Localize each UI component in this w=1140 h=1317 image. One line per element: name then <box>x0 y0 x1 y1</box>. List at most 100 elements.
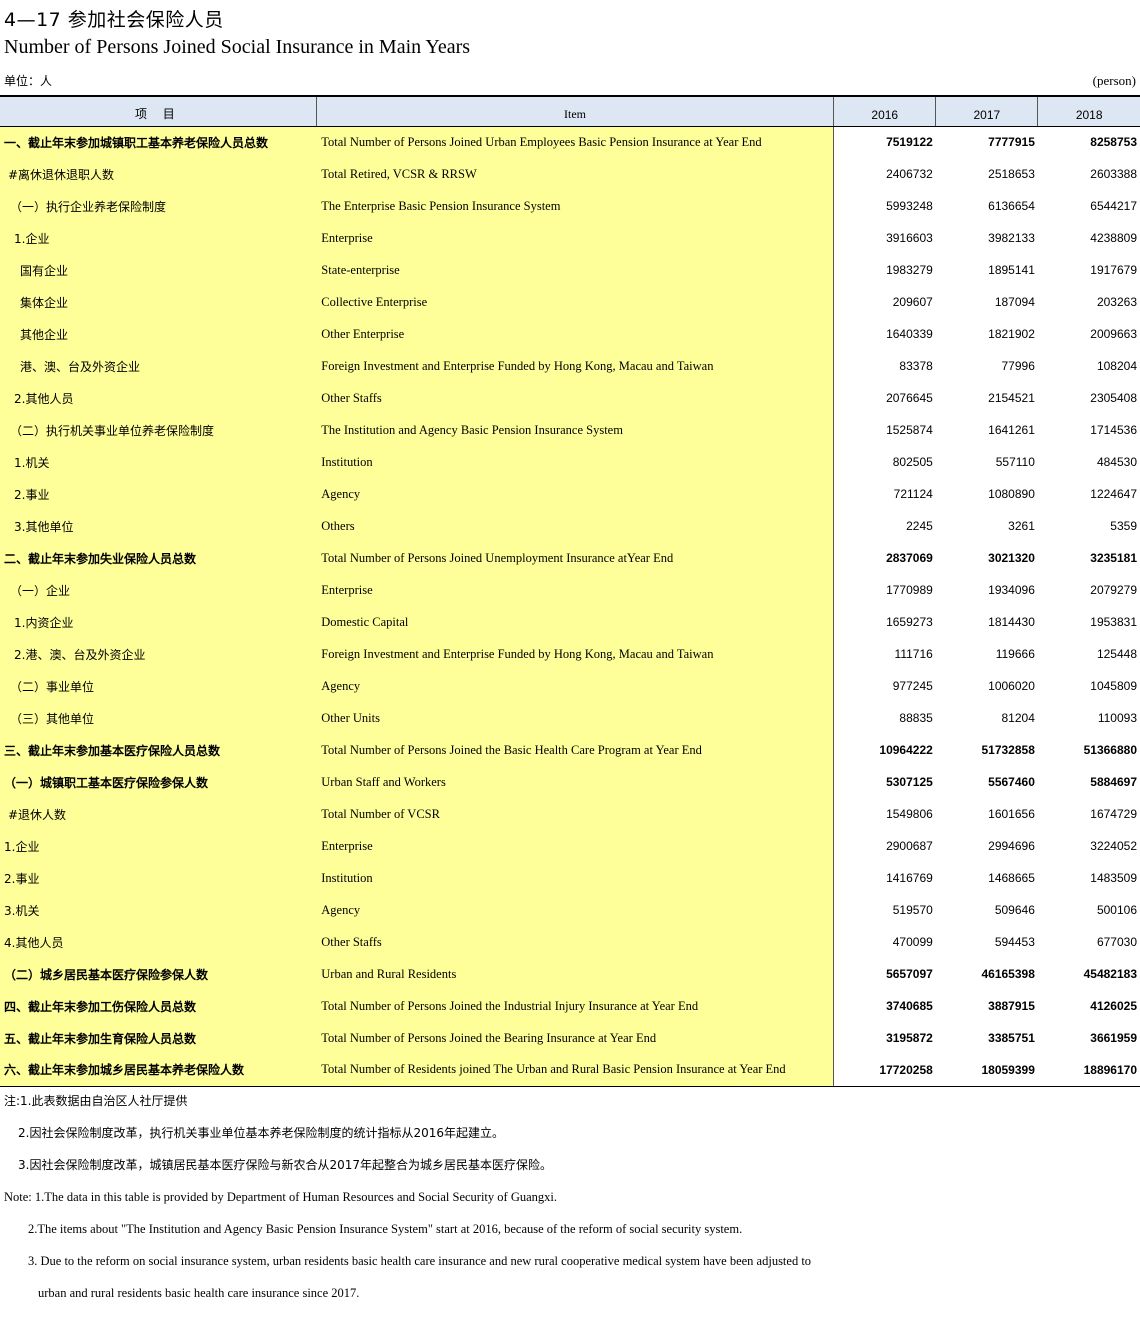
value-cell-2017: 2154521 <box>988 391 1035 405</box>
row-label-english: Total Number of Persons Joined the Beari… <box>316 1022 835 1054</box>
value-cell-2017: 1821902 <box>988 327 1035 341</box>
row-label-english: Total Number of Persons Joined the Indus… <box>316 990 835 1022</box>
value-cell-2016: 2406732 <box>886 167 933 181</box>
statistics-table-container: 项 目 Item 2016 2017 2018 一、截止年末参加城镇职工基本养老… <box>0 95 1140 1087</box>
table-row: （三）其他单位 Other Units 88835 81204 110093 <box>0 702 1140 734</box>
value-cell-2016: 1549806 <box>886 807 933 821</box>
row-label-chinese: #离休退休退职人数 <box>0 158 317 190</box>
value-cell-2018: 5884697 <box>1090 775 1137 789</box>
value-cell-2016: 1525874 <box>886 423 933 437</box>
table-row: 六、截止年末参加城乡居民基本养老保险人数 Total Number of Resi… <box>0 1054 1140 1087</box>
table-row: 4.其他人员 Other Staffs 470099 594453 677030 <box>0 926 1140 958</box>
row-label-chinese: 2.其他人员 <box>0 382 317 414</box>
header-year-2018: 2018 <box>1037 95 1140 127</box>
unit-label-english: (person) <box>1092 73 1136 88</box>
value-cell-2017: 1934096 <box>988 583 1035 597</box>
value-cell-2017: 1895141 <box>988 263 1035 277</box>
value-cell-2016: 5657097 <box>886 967 933 981</box>
table-row: 1.企业 Enterprise 2900687 2994696 3224052 <box>0 830 1140 862</box>
value-cell-2017: 2994696 <box>988 839 1035 853</box>
value-cell-2016: 7519122 <box>886 135 933 150</box>
row-label-chinese: 港、澳、台及外资企业 <box>0 350 317 382</box>
value-cell-2016: 3916603 <box>886 231 933 245</box>
row-label-english: Total Number of Persons Joined Urban Emp… <box>316 126 835 158</box>
value-cell-2016: 470099 <box>892 935 933 949</box>
row-label-chinese: 三、截止年末参加基本医疗保险人员总数 <box>0 734 317 766</box>
row-label-chinese: 集体企业 <box>0 286 317 318</box>
row-label-chinese: （一）企业 <box>0 574 317 606</box>
value-cell-2016: 1770989 <box>886 583 933 597</box>
note-line: urban and rural residents basic health c… <box>38 1286 360 1300</box>
row-label-chinese: 五、截止年末参加生育保险人员总数 <box>0 1022 317 1054</box>
value-cell-2018: 677030 <box>1096 935 1137 949</box>
row-label-chinese: 4.其他人员 <box>0 926 317 958</box>
table-row: 3.机关 Agency 519570 509646 500106 <box>0 894 1140 926</box>
row-label-english: Urban Staff and Workers <box>316 766 835 798</box>
value-cell-2018: 2305408 <box>1090 391 1137 405</box>
value-cell-2016: 3195872 <box>886 1031 933 1045</box>
value-cell-2017: 1641261 <box>988 423 1035 437</box>
value-cell-2016: 1659273 <box>886 615 933 629</box>
note-line: 2.The items about "The Institution and A… <box>28 1222 743 1236</box>
row-label-english: The Enterprise Basic Pension Insurance S… <box>316 190 835 222</box>
row-label-chinese: 1.机关 <box>0 446 317 478</box>
row-label-chinese: （三）其他单位 <box>0 702 317 734</box>
row-label-chinese: （一）城镇职工基本医疗保险参保人数 <box>0 766 317 798</box>
row-label-chinese: 2.港、澳、台及外资企业 <box>0 638 317 670</box>
value-cell-2016: 2076645 <box>886 391 933 405</box>
value-cell-2017: 509646 <box>994 903 1035 917</box>
note-line: Note: 1.The data in this table is provid… <box>4 1190 557 1204</box>
table-row: （一）企业 Enterprise 1770989 1934096 2079279 <box>0 574 1140 606</box>
value-cell-2017: 187094 <box>994 295 1035 309</box>
value-cell-2018: 51366880 <box>1083 743 1137 757</box>
value-cell-2018: 203263 <box>1096 295 1137 309</box>
row-label-english: Total Number of VCSR <box>316 798 835 830</box>
value-cell-2016: 209607 <box>892 295 933 309</box>
row-label-chinese: 四、截止年末参加工伤保险人员总数 <box>0 990 317 1022</box>
row-label-english: Foreign Investment and Enterprise Funded… <box>316 350 835 382</box>
value-cell-2018: 2009663 <box>1090 327 1137 341</box>
row-label-chinese: 其他企业 <box>0 318 317 350</box>
value-cell-2018: 108204 <box>1096 359 1137 373</box>
row-label-english: Agency <box>316 478 835 510</box>
value-cell-2018: 1714536 <box>1090 423 1137 437</box>
value-cell-2018: 5359 <box>1110 519 1137 533</box>
row-label-chinese: （二）城乡居民基本医疗保险参保人数 <box>0 958 317 990</box>
table-row: 2.事业 Agency 721124 1080890 1224647 <box>0 478 1140 510</box>
value-cell-2017: 3982133 <box>988 231 1035 245</box>
table-header-row: 项 目 Item 2016 2017 2018 <box>0 95 1140 127</box>
value-cell-2017: 1601656 <box>988 807 1035 821</box>
row-label-english: The Institution and Agency Basic Pension… <box>316 414 835 446</box>
value-cell-2018: 2079279 <box>1090 583 1137 597</box>
value-cell-2017: 7777915 <box>988 135 1035 150</box>
row-label-chinese: 3.其他单位 <box>0 510 317 542</box>
note-line: 注:1.此表数据由自治区人社厅提供 <box>4 1094 188 1108</box>
row-label-chinese: 国有企业 <box>0 254 317 286</box>
row-label-chinese: 六、截止年末参加城乡居民基本养老保险人数 <box>0 1054 317 1087</box>
value-cell-2018: 3235181 <box>1090 551 1137 565</box>
value-cell-2017: 46165398 <box>981 967 1035 981</box>
value-cell-2017: 18059399 <box>935 1054 1038 1087</box>
row-label-chinese: #退休人数 <box>0 798 317 830</box>
table-row: 五、截止年末参加生育保险人员总数 Total Number of Persons … <box>0 1022 1140 1054</box>
value-cell-2018: 1224647 <box>1090 487 1137 501</box>
row-label-english: Total Number of Residents joined The Urb… <box>316 1054 835 1087</box>
value-cell-2017: 3887915 <box>988 999 1035 1013</box>
table-row: 1.机关 Institution 802505 557110 484530 <box>0 446 1140 478</box>
table-row: 2.其他人员 Other Staffs 2076645 2154521 2305408 <box>0 382 1140 414</box>
row-label-english: Other Staffs <box>316 382 835 414</box>
row-label-english: Total Number of Persons Joined Unemploym… <box>316 542 835 574</box>
value-cell-2018: 4238809 <box>1090 231 1137 245</box>
value-cell-2016: 88835 <box>899 711 933 725</box>
table-notes: 注:1.此表数据由自治区人社厅提供 2.因社会保险制度改革，执行机关事业单位基本养… <box>4 1093 1134 1317</box>
value-cell-2018: 125448 <box>1096 647 1137 661</box>
table-row: 港、澳、台及外资企业 Foreign Investment and Enterpr… <box>0 350 1140 382</box>
row-label-chinese: 1.企业 <box>0 830 317 862</box>
row-label-chinese: （二）事业单位 <box>0 670 317 702</box>
table-row: 2.港、澳、台及外资企业 Foreign Investment and Enter… <box>0 638 1140 670</box>
value-cell-2016: 111716 <box>894 647 933 661</box>
note-line: 3. Due to the reform on social insurance… <box>28 1254 812 1268</box>
value-cell-2016: 1640339 <box>886 327 933 341</box>
row-label-chinese: （一）执行企业养老保险制度 <box>0 190 317 222</box>
header-year-2017: 2017 <box>935 95 1039 127</box>
